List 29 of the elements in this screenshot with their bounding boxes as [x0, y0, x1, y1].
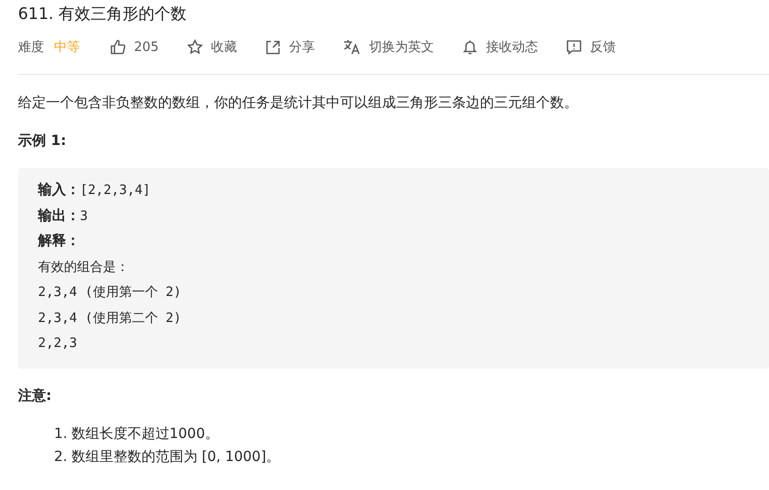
code-line: 2,3,4 (使用第二个 2)	[38, 310, 182, 328]
feedback-icon	[566, 39, 582, 55]
problem-title: 611. 有效三角形的个数	[18, 3, 188, 25]
star-icon	[186, 39, 203, 55]
like-button[interactable]: 205	[110, 39, 159, 55]
code-line: 输入：[2,2,3,4]	[38, 181, 152, 200]
code-line: 输出：3	[38, 206, 89, 226]
share-icon	[264, 39, 281, 55]
translate-icon	[342, 39, 361, 55]
note-item: 数组里整数的范围为 [0, 1000]。	[71, 448, 280, 466]
difficulty-label: 难度	[18, 39, 44, 56]
example-heading: 示例 1:	[18, 132, 68, 151]
bell-icon	[462, 39, 478, 55]
star-button[interactable]: 收藏	[186, 38, 237, 56]
note-heading: 注意:	[18, 386, 53, 406]
translate-button[interactable]: 切换为英文	[342, 38, 434, 56]
note-item: 数组长度不超过1000。	[71, 424, 219, 444]
difficulty-level: 中等	[54, 39, 80, 56]
bell-button[interactable]: 接收动态	[462, 38, 538, 56]
code-line: 解释：	[38, 232, 81, 251]
code-line: 有效的组合是：	[38, 258, 130, 276]
list-number: 2.	[54, 448, 68, 466]
code-line: 2,2,3	[38, 335, 78, 353]
code-line: 2,3,4 (使用第一个 2)	[38, 284, 182, 302]
feedback-button[interactable]: 反馈	[566, 38, 616, 56]
description: 给定一个包含非负整数的数组，你的任务是统计其中可以组成三角形三条边的三元组个数。	[18, 94, 579, 113]
share-button[interactable]: 分享	[264, 38, 315, 56]
list-number: 1.	[54, 424, 68, 444]
thumbs-up-icon	[110, 39, 126, 55]
